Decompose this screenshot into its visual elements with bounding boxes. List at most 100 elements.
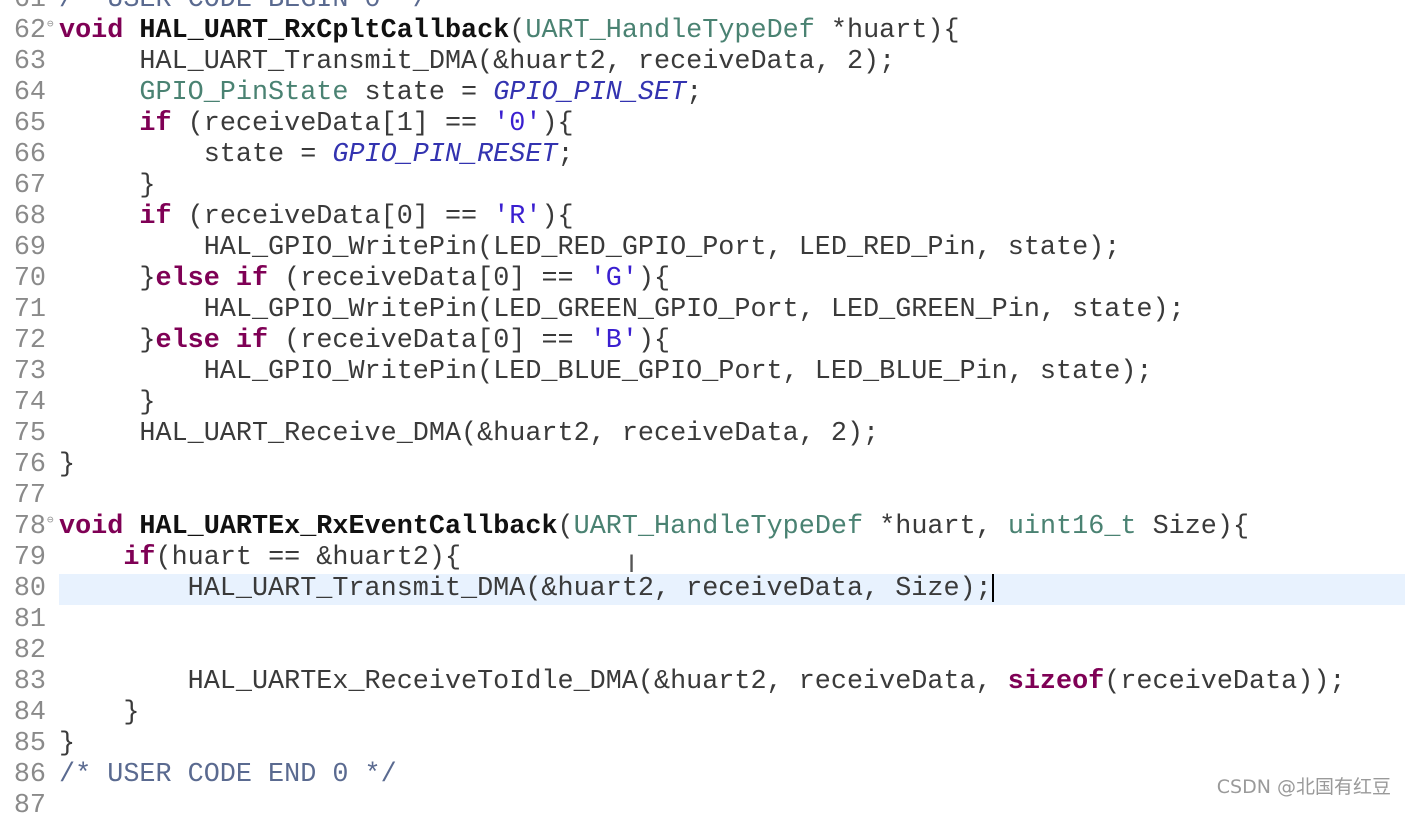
line-number: 62	[13, 16, 46, 46]
keyword: if	[139, 202, 172, 232]
code-content[interactable]: HAL_GPIO_WritePin(LED_BLUE_GPIO_Port, LE…	[59, 357, 1405, 388]
code-content[interactable]: if(huart == &huart2){	[59, 543, 1405, 574]
code-line[interactable]: 65 if (receiveData[1] == '0'){	[0, 109, 1405, 140]
code-content[interactable]: }	[59, 171, 1405, 202]
code-text: }	[59, 388, 156, 418]
code-text: ){	[637, 264, 671, 294]
line-number: 63	[13, 47, 46, 77]
code-text: ;	[557, 140, 574, 170]
line-number: 83	[13, 667, 46, 697]
code-text: *huart,	[863, 512, 1008, 542]
code-editor[interactable]: 61/* USER CODE BEGIN 0 */62 ⊖ void HAL_UAR…	[0, 0, 1405, 822]
code-line[interactable]: 62 ⊖ void HAL_UART_RxCpltCallback(UART_Han…	[0, 16, 1405, 47]
code-line[interactable]: 78 ⊖ void HAL_UARTEx_RxEventCallback(UART_…	[0, 512, 1405, 543]
code-text: }	[59, 326, 156, 356]
fold-collapse-icon[interactable]: ⊖	[47, 10, 54, 41]
code-text: (receiveData[0] ==	[171, 202, 494, 232]
code-line[interactable]: 86 /* USER CODE END 0 */	[0, 760, 1405, 791]
code-content[interactable]: /* USER CODE BEGIN 0 */	[59, 0, 1405, 16]
code-content[interactable]	[59, 605, 1405, 636]
char-literal: '0'	[493, 109, 542, 139]
code-line[interactable]: 74 }	[0, 388, 1405, 419]
code-content[interactable]: }else if (receiveData[0] == 'G'){	[59, 264, 1405, 295]
line-number: 70	[13, 264, 46, 294]
code-line[interactable]: 79 if(huart == &huart2){	[0, 543, 1405, 574]
code-line[interactable]: 64 GPIO_PinState state = GPIO_PIN_SET;	[0, 78, 1405, 109]
code-content[interactable]: }else if (receiveData[0] == 'B'){	[59, 326, 1405, 357]
type-name: UART_HandleTypeDef	[525, 16, 815, 46]
code-content[interactable]: void HAL_UART_RxCpltCallback(UART_Handle…	[59, 16, 1405, 47]
code-text: (receiveData[0] ==	[268, 326, 590, 356]
macro: GPIO_PIN_RESET	[332, 140, 558, 170]
line-number: 80	[13, 574, 46, 604]
line-number: 67	[13, 171, 46, 201]
line-number: 77	[13, 481, 46, 511]
code-content[interactable]: GPIO_PinState state = GPIO_PIN_SET;	[59, 78, 1405, 109]
code-content[interactable]: /* USER CODE END 0 */	[59, 760, 1405, 791]
code-content[interactable]	[59, 636, 1405, 667]
code-content[interactable]: if (receiveData[0] == 'R'){	[59, 202, 1405, 233]
line-number: 73	[13, 357, 46, 387]
code-text: }	[59, 450, 76, 480]
code-content[interactable]: state = GPIO_PIN_RESET;	[59, 140, 1405, 171]
keyword: void	[59, 512, 124, 542]
line-number: 72	[13, 326, 46, 356]
code-content[interactable]: HAL_UARTEx_ReceiveToIdle_DMA(&huart2, re…	[59, 667, 1405, 698]
code-line[interactable]: 77	[0, 481, 1405, 512]
code-text: state =	[59, 140, 333, 170]
code-line[interactable]: 66 state = GPIO_PIN_RESET;	[0, 140, 1405, 171]
code-line[interactable]: 72 }else if (receiveData[0] == 'B'){	[0, 326, 1405, 357]
keyword: if	[139, 109, 172, 139]
code-content[interactable]: HAL_GPIO_WritePin(LED_GREEN_GPIO_Port, L…	[59, 295, 1405, 326]
code-line[interactable]: 67 }	[0, 171, 1405, 202]
code-line[interactable]: 68 if (receiveData[0] == 'R'){	[0, 202, 1405, 233]
code-content[interactable]: }	[59, 450, 1405, 481]
code-content[interactable]	[59, 481, 1405, 512]
type-name: GPIO_PinState	[139, 78, 349, 108]
code-content[interactable]: HAL_GPIO_WritePin(LED_RED_GPIO_Port, LED…	[59, 233, 1405, 264]
code-line[interactable]: 80 HAL_UART_Transmit_DMA(&huart2, receiv…	[0, 574, 1405, 605]
keyword: else if	[155, 326, 269, 356]
function-name: HAL_UART_RxCpltCallback	[139, 16, 510, 46]
char-literal: 'B'	[589, 326, 638, 356]
code-line[interactable]: 73 HAL_GPIO_WritePin(LED_BLUE_GPIO_Port,…	[0, 357, 1405, 388]
code-content[interactable]: }	[59, 388, 1405, 419]
code-content[interactable]: }	[59, 729, 1405, 760]
code-line[interactable]: 83 HAL_UARTEx_ReceiveToIdle_DMA(&huart2,…	[0, 667, 1405, 698]
code-line[interactable]: 75 HAL_UART_Receive_DMA(&huart2, receive…	[0, 419, 1405, 450]
code-line[interactable]: 76}	[0, 450, 1405, 481]
code-content[interactable]: HAL_UART_Transmit_DMA(&huart2, receiveDa…	[59, 47, 1405, 78]
line-number: 86	[13, 760, 46, 790]
keyword: sizeof	[1007, 667, 1105, 697]
code-content[interactable]: HAL_UART_Receive_DMA(&huart2, receiveDat…	[59, 419, 1405, 450]
text-caret	[991, 574, 994, 602]
code-content[interactable]: HAL_UART_Transmit_DMA(&huart2, receiveDa…	[59, 574, 1405, 605]
code-content[interactable]: void HAL_UARTEx_RxEventCallback(UART_Han…	[59, 512, 1405, 543]
code-line[interactable]: 63 HAL_UART_Transmit_DMA(&huart2, receiv…	[0, 47, 1405, 78]
code-line[interactable]: 85}	[0, 729, 1405, 760]
code-line[interactable]: 69 HAL_GPIO_WritePin(LED_RED_GPIO_Port, …	[0, 233, 1405, 264]
keyword: else if	[155, 264, 269, 294]
code-line[interactable]: 70 }else if (receiveData[0] == 'G'){	[0, 264, 1405, 295]
code-content[interactable]: }	[59, 698, 1405, 729]
code-line[interactable]: 84 }	[0, 698, 1405, 729]
code-text: HAL_GPIO_WritePin(LED_BLUE_GPIO_Port, LE…	[59, 357, 1153, 387]
code-line[interactable]: 61 /* USER CODE BEGIN 0 */	[0, 0, 1405, 16]
line-number: 61	[13, 0, 46, 15]
code-text: (	[509, 16, 526, 46]
code-line[interactable]: 71 HAL_GPIO_WritePin(LED_GREEN_GPIO_Port…	[0, 295, 1405, 326]
line-number: 64	[13, 78, 46, 108]
code-line[interactable]: 81	[0, 605, 1405, 636]
code-content[interactable]: if (receiveData[1] == '0'){	[59, 109, 1405, 140]
type-name: uint16_t	[1007, 512, 1137, 542]
code-text: (receiveData[1] ==	[171, 109, 494, 139]
watermark: CSDN @北国有红豆	[1216, 776, 1391, 798]
line-number: 68	[13, 202, 46, 232]
line-number: 74	[13, 388, 46, 418]
fold-collapse-icon[interactable]: ⊖	[47, 506, 54, 537]
code-line[interactable]: 82	[0, 636, 1405, 667]
